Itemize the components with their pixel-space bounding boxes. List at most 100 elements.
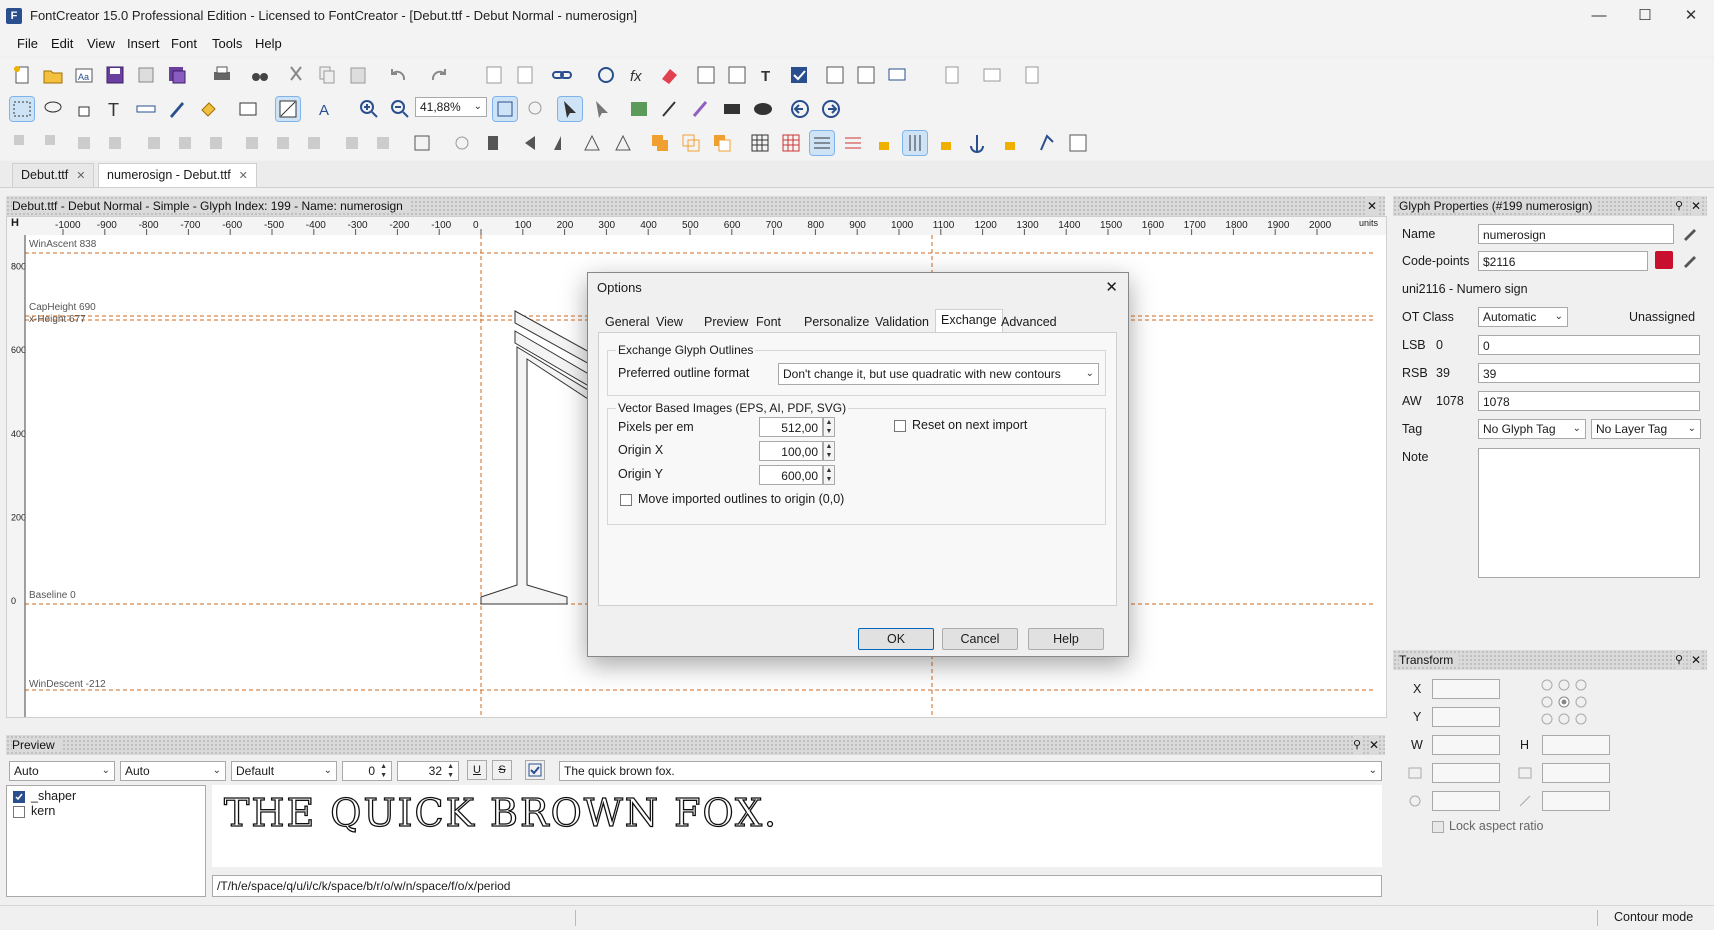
align-top-icon[interactable]	[240, 131, 264, 155]
x-input[interactable]	[1432, 679, 1500, 699]
lock-anchor-icon[interactable]	[996, 131, 1020, 155]
flip-h-icon[interactable]	[549, 131, 573, 155]
skew-icon[interactable]	[611, 131, 635, 155]
split-icon[interactable]	[103, 131, 127, 155]
test-web-icon[interactable]	[854, 63, 878, 87]
feature-kern-checkbox[interactable]	[13, 806, 25, 818]
eraser-icon[interactable]	[657, 63, 681, 87]
save-as-icon[interactable]	[134, 63, 158, 87]
copy-icon[interactable]	[315, 63, 339, 87]
tab-preview[interactable]: Preview	[699, 312, 753, 332]
align-bottom-icon[interactable]	[302, 131, 326, 155]
test-icon[interactable]	[823, 63, 847, 87]
rotate-input[interactable]	[1432, 791, 1500, 811]
background-image-icon[interactable]	[627, 97, 651, 121]
move-to-origin-checkbox[interactable]	[620, 494, 632, 506]
check-icon[interactable]	[525, 760, 545, 780]
highlighter-icon[interactable]	[689, 97, 713, 121]
zoom-fit-icon[interactable]	[492, 96, 518, 122]
tab-exchange[interactable]: Exchange	[935, 309, 1003, 333]
fill-icon[interactable]	[196, 97, 220, 121]
menu-help[interactable]: Help	[255, 36, 282, 51]
w-input[interactable]	[1432, 735, 1500, 755]
pointer-alt-icon[interactable]	[590, 97, 614, 121]
codepoints-input[interactable]: $2116	[1478, 251, 1648, 271]
page-icon[interactable]	[940, 63, 964, 87]
y-input[interactable]	[1432, 707, 1500, 727]
pin-icon[interactable]: ⚲	[1352, 735, 1361, 755]
anchor-icon[interactable]	[965, 131, 989, 155]
open-project-icon[interactable]: Aa	[72, 63, 96, 87]
image-mode-icon[interactable]	[236, 97, 260, 121]
combine-icon[interactable]	[72, 131, 96, 155]
close-window-button[interactable]: ✕	[1668, 0, 1714, 32]
grid-red-icon[interactable]	[779, 131, 803, 155]
close-icon[interactable]: ✕	[1368, 735, 1379, 755]
find-icon[interactable]	[248, 63, 272, 87]
pointer-icon[interactable]	[557, 96, 583, 122]
anchor-point-grid[interactable]	[1540, 678, 1590, 728]
maximize-button[interactable]: ☐	[1622, 0, 1668, 32]
strikethrough-icon[interactable]: S	[492, 760, 512, 780]
menu-tools[interactable]: Tools	[212, 36, 242, 51]
skew-x-input[interactable]	[1432, 763, 1500, 783]
link-icon[interactable]	[550, 63, 574, 87]
intersect-icon[interactable]	[679, 131, 703, 155]
lasso-tool-icon[interactable]	[41, 97, 65, 121]
underline-icon[interactable]: U	[467, 760, 487, 780]
glyph-string-input[interactable]: /T/h/e/space/q/u/i/c/k/space/b/r/o/w/n/s…	[212, 875, 1382, 897]
language-select[interactable]: Auto ⌄	[120, 761, 226, 781]
pin-icon[interactable]: ⚲	[1674, 196, 1683, 216]
origin-y-input[interactable]: 600,00	[759, 465, 823, 485]
tab-font[interactable]: Font	[751, 312, 786, 332]
text-insert-icon[interactable]: T	[103, 97, 127, 121]
next-glyph-icon[interactable]	[819, 97, 843, 121]
menu-insert[interactable]: Insert	[127, 36, 160, 51]
close-icon[interactable]: ✕	[1366, 196, 1377, 216]
cancel-button[interactable]: Cancel	[942, 628, 1018, 650]
ok-button[interactable]: OK	[858, 628, 934, 650]
preview-text-input[interactable]: The quick brown fox. ⌄	[559, 761, 1382, 781]
origin-y-stepper[interactable]: ▲ ▼	[823, 465, 835, 485]
direction-select[interactable]: Default ⌄	[231, 761, 337, 781]
hand-tool-icon[interactable]	[72, 97, 96, 121]
undo-icon[interactable]	[385, 63, 409, 87]
install-icon[interactable]	[885, 63, 909, 87]
origin-x-input[interactable]: 100,00	[759, 441, 823, 461]
lock-guides-icon[interactable]	[872, 131, 896, 155]
skew-y-input[interactable]	[1542, 763, 1610, 783]
lock-aspect-checkbox[interactable]	[1432, 821, 1444, 833]
text-tool-icon[interactable]: T	[756, 63, 780, 87]
open-icon[interactable]	[41, 63, 65, 87]
rotate-icon[interactable]	[450, 131, 474, 155]
pixels-per-em-input[interactable]: 512,00	[759, 417, 823, 437]
flip-left-icon[interactable]	[518, 131, 542, 155]
glyph-tag-select[interactable]: No Glyph Tag ⌄	[1478, 419, 1586, 439]
name-input[interactable]: numerosign	[1478, 224, 1674, 244]
tab-general[interactable]: General	[600, 312, 654, 332]
unlink-icon[interactable]	[594, 63, 618, 87]
script-select[interactable]: Auto ⌄	[9, 761, 115, 781]
union-icon[interactable]	[648, 131, 672, 155]
brush-icon[interactable]	[658, 97, 682, 121]
ellipse-icon[interactable]	[751, 97, 775, 121]
minimize-button[interactable]: —	[1576, 0, 1622, 32]
lsb-input[interactable]: 0	[1478, 335, 1700, 355]
feature-shaper-checkbox[interactable]	[13, 791, 25, 803]
align-center-icon[interactable]	[173, 131, 197, 155]
subtract-icon[interactable]	[710, 131, 734, 155]
zoom-in-icon[interactable]	[357, 97, 381, 121]
otclass-select[interactable]: Automatic ⌄	[1478, 307, 1568, 327]
export-icon[interactable]	[980, 63, 1004, 87]
grid-icon[interactable]	[748, 131, 772, 155]
slant-input[interactable]	[1542, 791, 1610, 811]
reset-on-import-checkbox[interactable]	[894, 420, 906, 432]
map-icon[interactable]	[1066, 131, 1090, 155]
align-right-icon[interactable]	[204, 131, 228, 155]
close-icon[interactable]: ✕	[239, 170, 248, 182]
composite-icon[interactable]	[410, 131, 434, 155]
outline-format-select[interactable]: Don't change it, but use quadratic with …	[778, 363, 1099, 385]
lock-vguides-icon[interactable]	[934, 131, 958, 155]
select-tool-icon[interactable]	[9, 96, 35, 122]
guidelines-red-icon[interactable]	[841, 131, 865, 155]
